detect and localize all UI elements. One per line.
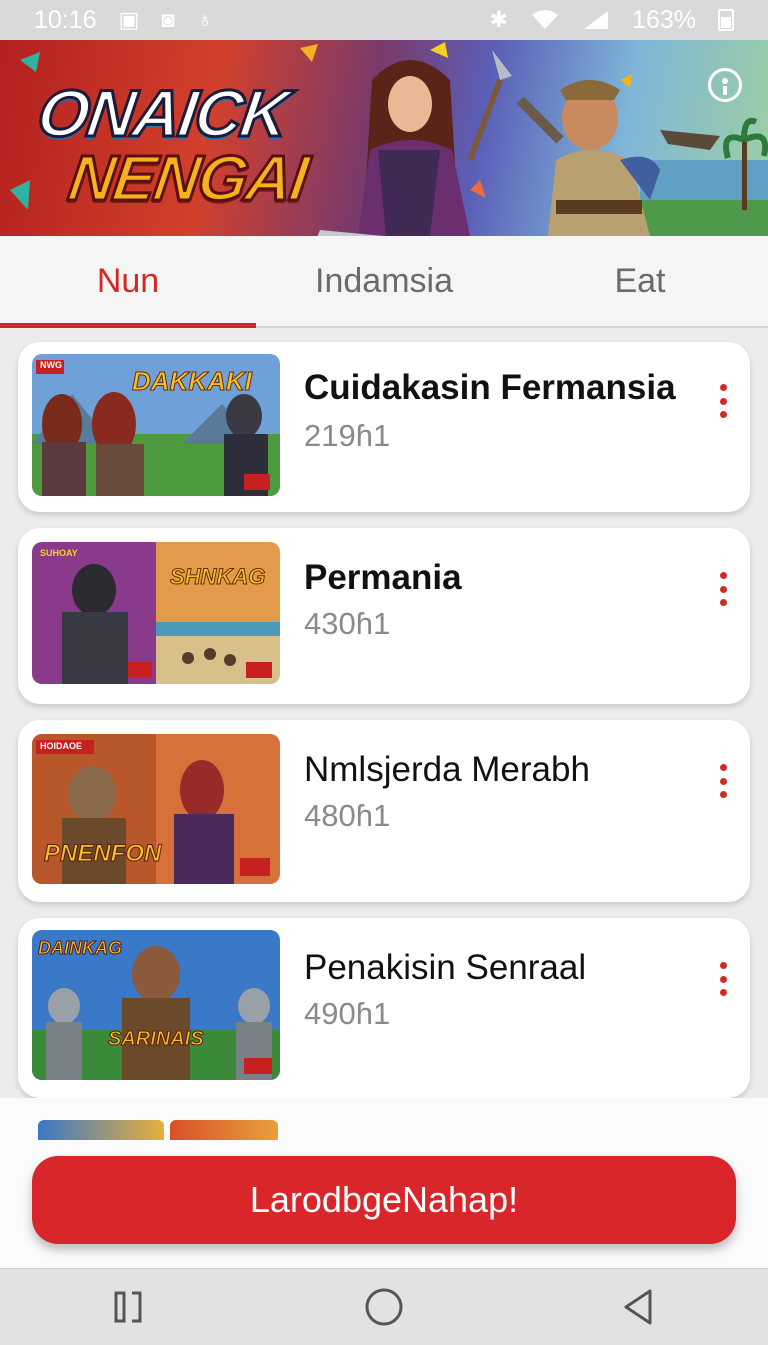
thumbnail-title: SHNKAG xyxy=(169,564,266,590)
home-icon xyxy=(365,1288,403,1326)
bluetooth-icon: ✱ xyxy=(489,7,509,32)
list-item[interactable]: DAINKAG SARINAIS Penakisin Senraal 490ɦ1 xyxy=(18,918,750,1098)
game-title: Penakisin Senraal xyxy=(304,948,587,987)
status-bar: 10:16 ▣ ◙ ♁ ✱ 163% xyxy=(0,0,768,40)
more-options-icon[interactable] xyxy=(716,764,730,798)
thumbnail-badge: DAINKAG xyxy=(38,938,123,959)
recent-apps-button[interactable] xyxy=(98,1277,158,1337)
primary-action-button[interactable]: LarodbgeNahap! xyxy=(32,1156,736,1244)
more-options-icon[interactable] xyxy=(716,962,730,996)
partial-thumbnail xyxy=(38,1120,164,1140)
game-title: Nmlsjerda Merabh xyxy=(304,750,590,789)
thumbnail-badge: HOIDAOE xyxy=(40,741,83,751)
thumbnail-badge: NWG xyxy=(40,360,62,370)
hero-banner[interactable]: ONAICK NENGAI xyxy=(0,40,768,236)
game-thumbnail: HOIDAOE PNENFON xyxy=(32,734,280,884)
thumbnail-title: PNENFON xyxy=(43,840,162,868)
home-button[interactable] xyxy=(354,1277,414,1337)
game-count: 219ɦ1 xyxy=(304,418,391,453)
location-icon: ♁ xyxy=(196,7,214,32)
logo-line-1: ONAICK xyxy=(32,75,294,152)
game-count: 490ɦ1 xyxy=(304,996,391,1031)
game-thumbnail: SUHOAY SHNKAG xyxy=(32,542,280,684)
tab-label: Nun xyxy=(96,261,160,300)
game-logo: ONAICK NENGAI xyxy=(25,75,343,216)
tab-bar: Nun Indamsia Eat xyxy=(0,236,768,328)
game-title: Cuidakasin Fermansia xyxy=(304,368,676,407)
battery-percent: 163% xyxy=(632,5,696,34)
system-nav-bar xyxy=(0,1268,768,1345)
tab-eat[interactable]: Eat xyxy=(512,236,768,326)
battery-icon xyxy=(718,9,734,31)
logo-line-2: NENGAI xyxy=(63,141,313,216)
back-icon xyxy=(624,1289,652,1325)
list-item[interactable]: HOIDAOE PNENFON Nmlsjerda Merabh 480ɦ1 xyxy=(18,720,750,902)
thumbnail-badge: SUHOAY xyxy=(40,548,78,558)
signal-icon xyxy=(584,11,609,29)
screenshot-icon: ▣ xyxy=(118,7,140,32)
tab-nun[interactable]: Nun xyxy=(0,236,256,328)
game-title: Permania xyxy=(304,558,462,597)
recent-apps-icon xyxy=(114,1291,142,1323)
more-options-icon[interactable] xyxy=(716,384,730,418)
tab-label: Eat xyxy=(614,261,666,300)
back-button[interactable] xyxy=(610,1277,670,1337)
tab-label: Indamsia xyxy=(315,261,453,300)
tab-indamsia[interactable]: Indamsia xyxy=(256,236,512,326)
more-options-icon[interactable] xyxy=(716,572,730,606)
thumbnail-title: SARINAIS xyxy=(108,1028,205,1051)
list-item[interactable]: SUHOAY SHNKAG Permania 430ɦ1 xyxy=(18,528,750,704)
wifi-icon xyxy=(532,10,559,29)
thumbnail-title: DAKKAKI xyxy=(132,366,253,397)
list-item[interactable]: NWG DAKKAKI Cuidakasin Fermansia 219ɦ1 xyxy=(18,342,750,512)
game-list: NWG DAKKAKI Cuidakasin Fermansia 219ɦ1 S… xyxy=(18,342,750,1114)
info-icon[interactable] xyxy=(708,68,742,102)
app-notification-icon: ◙ xyxy=(161,7,175,32)
game-thumbnail: DAINKAG SARINAIS xyxy=(32,930,280,1080)
status-time: 10:16 xyxy=(34,5,97,34)
partial-thumbnail xyxy=(170,1120,278,1140)
game-thumbnail: NWG DAKKAKI xyxy=(32,354,280,496)
game-count: 480ɦ1 xyxy=(304,798,391,833)
game-count: 430ɦ1 xyxy=(304,606,391,641)
